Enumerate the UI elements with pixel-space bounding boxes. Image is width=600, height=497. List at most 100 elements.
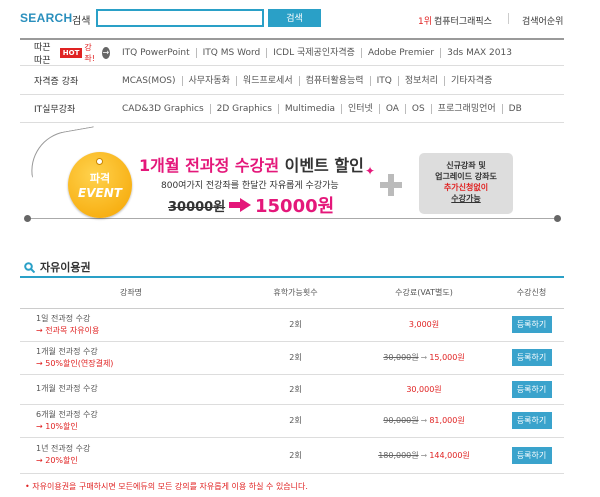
nav-item-programming[interactable]: 프로그래밍언어 xyxy=(430,103,502,114)
nav-item-mcas[interactable]: MCAS(MOS) xyxy=(110,76,182,86)
course-cell: 1개월 전과정 수강 → 50%할인(연장결제) xyxy=(20,341,242,374)
nav-item-word-processor[interactable]: 워드프로세서 xyxy=(235,75,299,86)
promo-line-3: 추가신청없이 xyxy=(443,183,489,192)
category-label-certificate: 자격증 강좌 xyxy=(34,77,79,87)
event-tag: 파격 EVENT xyxy=(68,152,132,218)
course-name: 1개월 전과정 수강 xyxy=(36,346,98,356)
leave-count: 2회 xyxy=(289,384,302,394)
nav-item-3ds-max[interactable]: 3ds MAX 2013 xyxy=(440,47,518,58)
course-cell: 1일 전과정 수강 → 전과목 자유이용 xyxy=(20,308,242,341)
event-tag-top: 파격 xyxy=(89,172,111,185)
register-button[interactable]: 등록하기 xyxy=(511,349,552,366)
leave-count: 2회 xyxy=(289,353,302,362)
table-row: 1년 전과정 수강 → 20%할인 2회 180,000원 ➞ 144,000원 등… xyxy=(20,437,564,473)
leave-count: 2회 xyxy=(289,416,302,425)
course-name: 1개월 전과정 수강 xyxy=(36,384,98,393)
arrow-right-icon: ➞ xyxy=(420,450,428,460)
column-header-fee: 수강료(VAT별도) xyxy=(395,288,453,298)
apply-cell: 등록하기 xyxy=(499,437,564,473)
course-cell: 6개월 전과정 수강 → 10%할인 xyxy=(20,404,242,437)
fee-final: 3,000원 xyxy=(408,320,440,329)
table-header-row: 강좌명 휴학가능횟수 수강료(VAT별도) 수강신청 xyxy=(20,277,564,308)
table-row: 1개월 전과정 수강 → 50%할인(연장결제) 2회 30,000원 ➞ 15,0… xyxy=(20,341,564,374)
banner-subtitle: 800여가지 전강좌를 한달간 자유롭게 수강가능 xyxy=(161,181,339,191)
section-title: 자유이용권 xyxy=(24,259,91,275)
nav-item-multimedia[interactable]: Multimedia xyxy=(277,103,341,114)
course-detail: → 20%할인 xyxy=(36,456,78,465)
category-row-it: IT실무강좌 CAD&3D Graphics 2D Graphics Multi… xyxy=(20,95,564,123)
nav-item-os[interactable]: OS xyxy=(404,103,431,114)
table-row: 1개월 전과정 수강 2회 30,000원 등록하기 xyxy=(20,374,564,404)
category-label-hot: 따끈따끈 HOT 강좌! → xyxy=(20,40,110,66)
register-button[interactable]: 등록하기 xyxy=(511,412,552,429)
event-tag-bottom: EVENT xyxy=(78,186,122,200)
search-title-ko: 검색 xyxy=(72,16,91,27)
nav-item-computer-skills[interactable]: 컴퓨터활용능력 xyxy=(298,75,370,86)
register-button[interactable]: 등록하기 xyxy=(511,446,552,464)
table-row: 6개월 전과정 수강 → 10%할인 2회 90,000원 ➞ 81,000원 등록… xyxy=(20,404,564,437)
search-button[interactable]: 검색 xyxy=(268,9,321,27)
leave-count: 2회 xyxy=(289,320,302,329)
nav-item-itq-ms-word[interactable]: ITQ MS Word xyxy=(195,47,267,58)
nav-item-itq[interactable]: ITQ xyxy=(369,75,398,86)
nav-item-db[interactable]: DB xyxy=(501,103,528,114)
banner-dot-right xyxy=(554,215,561,222)
course-detail: → 전과목 자유이용 xyxy=(36,325,100,335)
footnote: • 자유이용권을 구매하시면 모든에듀의 모든 강의를 자유롭게 이용 하실 수… xyxy=(25,482,308,491)
category-label-it: IT실무강좌 xyxy=(34,105,76,115)
banner-dot-left xyxy=(24,215,31,222)
event-banner[interactable]: 파격 EVENT 1개월 전과정 수강권 이벤트 할인 800여가지 전강좌를 … xyxy=(20,126,564,235)
search-input[interactable] xyxy=(96,9,264,27)
fee-final: 15,000원 xyxy=(429,353,465,362)
section-title-text: 자유이용권 xyxy=(40,261,91,274)
rank-divider xyxy=(508,13,509,24)
search-ranking-link[interactable]: 검색어순위 xyxy=(522,14,563,27)
banner-price-old: 30000원 xyxy=(168,200,226,215)
fee-cell: 30,000원 xyxy=(349,374,499,404)
nav-item-office-automation[interactable]: 사무자동화 xyxy=(181,75,236,86)
nav-item-info-processing[interactable]: 정보처리 xyxy=(397,75,444,86)
banner-line xyxy=(30,218,554,219)
search-title: SEARCH xyxy=(20,11,73,25)
promo-line-4: 수강가능 xyxy=(451,194,481,203)
course-name: 6개월 전과정 수강 xyxy=(36,409,98,419)
fee-original: 180,000원 xyxy=(378,450,419,460)
search-icon xyxy=(24,261,35,273)
nav-item-icdl[interactable]: ICDL 국제공인자격증 xyxy=(266,47,361,58)
hot-text: 강좌! xyxy=(84,42,95,63)
rank-keyword[interactable]: 컴퓨터그래픽스 xyxy=(434,14,492,27)
column-header-course: 강좌명 xyxy=(119,288,143,298)
arrow-right-icon[interactable]: → xyxy=(101,46,110,59)
course-name: 1일 전과정 수강 xyxy=(36,313,91,323)
register-button[interactable]: 등록하기 xyxy=(511,316,552,333)
apply-cell: 등록하기 xyxy=(499,341,564,374)
banner-title-highlight: 1개월 전과정 수강권 xyxy=(139,156,280,175)
promo-box: 신규강좌 및 업그레이드 강좌도 추가신청없이 수강가능 xyxy=(419,153,513,214)
nav-item-other-certificates[interactable]: 기타자격증 xyxy=(443,75,498,86)
fee-original: 30,000원 xyxy=(383,353,419,362)
nav-item-internet[interactable]: 인터넷 xyxy=(340,103,379,114)
arrow-right-icon: ➞ xyxy=(420,416,428,425)
fee-final: 144,000원 xyxy=(429,450,470,460)
nav-item-itq-powerpoint[interactable]: ITQ PowerPoint xyxy=(110,48,196,58)
category-items-it: CAD&3D Graphics 2D Graphics Multimedia 인… xyxy=(110,103,528,114)
banner-title-rest: 이벤트 할인 xyxy=(279,156,364,175)
column-header-apply: 수강신청 xyxy=(516,288,547,298)
table-row: 1일 전과정 수강 → 전과목 자유이용 2회 3,000원 등록하기 xyxy=(20,308,564,341)
banner-price-new: 15000원 xyxy=(255,196,335,217)
pass-table: 강좌명 휴학가능횟수 수강료(VAT별도) 수강신청 1일 전과정 수강 → 전… xyxy=(20,276,564,474)
leave-count: 2회 xyxy=(289,450,302,460)
course-cell: 1개월 전과정 수강 xyxy=(20,374,242,404)
nav-item-adobe-premier[interactable]: Adobe Premier xyxy=(360,47,440,58)
fee-final: 81,000원 xyxy=(429,416,465,425)
nav-item-2d-graphics[interactable]: 2D Graphics xyxy=(209,103,278,114)
category-label-text: 따끈따끈 xyxy=(34,42,51,66)
nav-item-oa[interactable]: OA xyxy=(378,103,405,114)
register-button[interactable]: 등록하기 xyxy=(511,380,552,398)
column-header-leave: 휴학가능횟수 xyxy=(273,288,318,298)
rank-number: 1위 xyxy=(418,17,433,27)
nav-item-cad-3d[interactable]: CAD&3D Graphics xyxy=(110,104,210,114)
fee-final: 30,000원 xyxy=(406,384,442,394)
search-bar: SEARCH 검색 검색 1위 컴퓨터그래픽스 검색어순위 xyxy=(0,0,600,38)
course-name: 1년 전과정 수강 xyxy=(36,444,91,453)
